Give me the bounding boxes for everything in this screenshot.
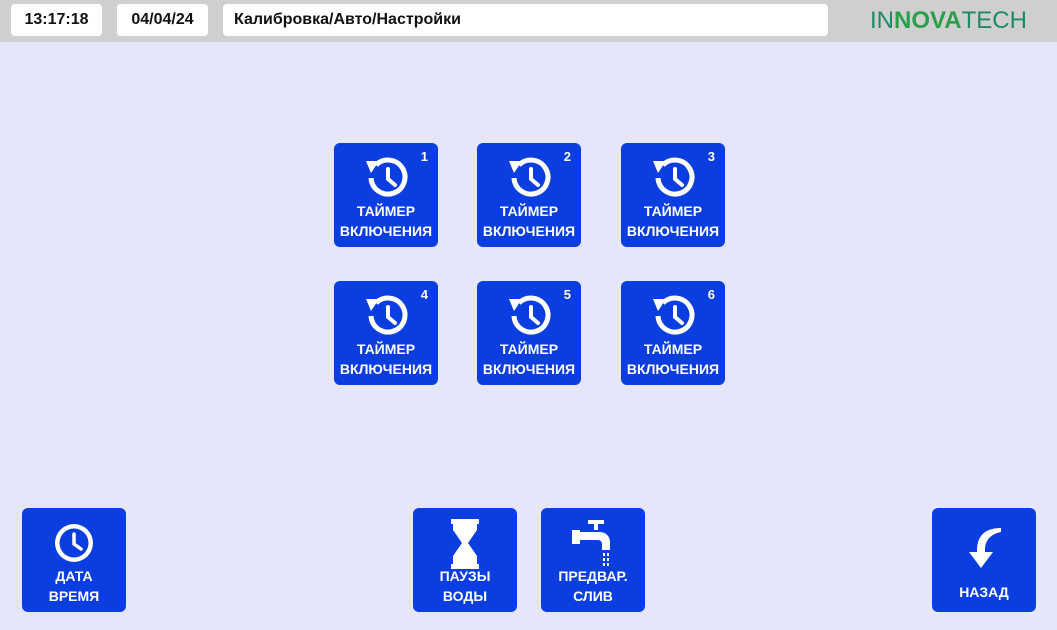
timer-number: 2 [563, 149, 571, 164]
pre-drain-label: ПРЕДВАР. СЛИВ [558, 568, 628, 604]
water-pauses-button[interactable]: ПАУЗЫ ВОДЫ [413, 508, 517, 612]
timer-3-button[interactable]: 3 ТАЙМЕР ВКЛЮЧЕНИЯ [621, 143, 725, 247]
timer-number: 6 [707, 287, 715, 302]
history-clock-icon [366, 157, 408, 197]
timer-2-button[interactable]: 2 ТАЙМЕР ВКЛЮЧЕНИЯ [477, 143, 581, 247]
back-button[interactable]: НАЗАД [932, 508, 1036, 612]
history-clock-icon [653, 295, 695, 335]
history-clock-icon [509, 157, 551, 197]
date-display: 04/04/24 [117, 4, 208, 36]
hourglass-icon [451, 519, 479, 569]
timer-number: 5 [563, 287, 571, 302]
clock-display: 13:17:18 [11, 4, 102, 36]
history-clock-icon [653, 157, 695, 197]
timer-label: ТАЙМЕР ВКЛЮЧЕНИЯ [339, 203, 433, 239]
timer-number: 4 [420, 287, 428, 302]
clock-icon [55, 524, 93, 562]
faucet-icon [572, 520, 610, 566]
top-bar: 13:17:18 04/04/24 Калибровка/Авто/Настро… [0, 0, 1057, 42]
history-clock-icon [366, 295, 408, 335]
timer-6-button[interactable]: 6 ТАЙМЕР ВКЛЮЧЕНИЯ [621, 281, 725, 385]
water-pauses-label: ПАУЗЫ ВОДЫ [439, 568, 491, 604]
history-clock-icon [509, 295, 551, 335]
timer-label: ТАЙМЕР ВКЛЮЧЕНИЯ [482, 341, 576, 377]
timer-label: ТАЙМЕР ВКЛЮЧЕНИЯ [626, 341, 720, 377]
innovatech-logo: INNOVATECH [870, 7, 1027, 34]
timer-5-button[interactable]: 5 ТАЙМЕР ВКЛЮЧЕНИЯ [477, 281, 581, 385]
pre-drain-button[interactable]: ПРЕДВАР. СЛИВ [541, 508, 645, 612]
datetime-label: ДАТА ВРЕМЯ [48, 568, 100, 604]
timer-number: 1 [420, 149, 428, 164]
timer-label: ТАЙМЕР ВКЛЮЧЕНИЯ [339, 341, 433, 377]
timer-label: ТАЙМЕР ВКЛЮЧЕНИЯ [626, 203, 720, 239]
back-label: НАЗАД [959, 584, 1009, 600]
breadcrumb: Калибровка/Авто/Настройки [223, 4, 828, 36]
datetime-button[interactable]: ДАТА ВРЕМЯ [22, 508, 126, 612]
timer-4-button[interactable]: 4 ТАЙМЕР ВКЛЮЧЕНИЯ [334, 281, 438, 385]
timer-1-button[interactable]: 1 ТАЙМЕР ВКЛЮЧЕНИЯ [334, 143, 438, 247]
back-arrow-icon [969, 528, 1001, 568]
timer-label: ТАЙМЕР ВКЛЮЧЕНИЯ [482, 203, 576, 239]
timer-number: 3 [707, 149, 715, 164]
